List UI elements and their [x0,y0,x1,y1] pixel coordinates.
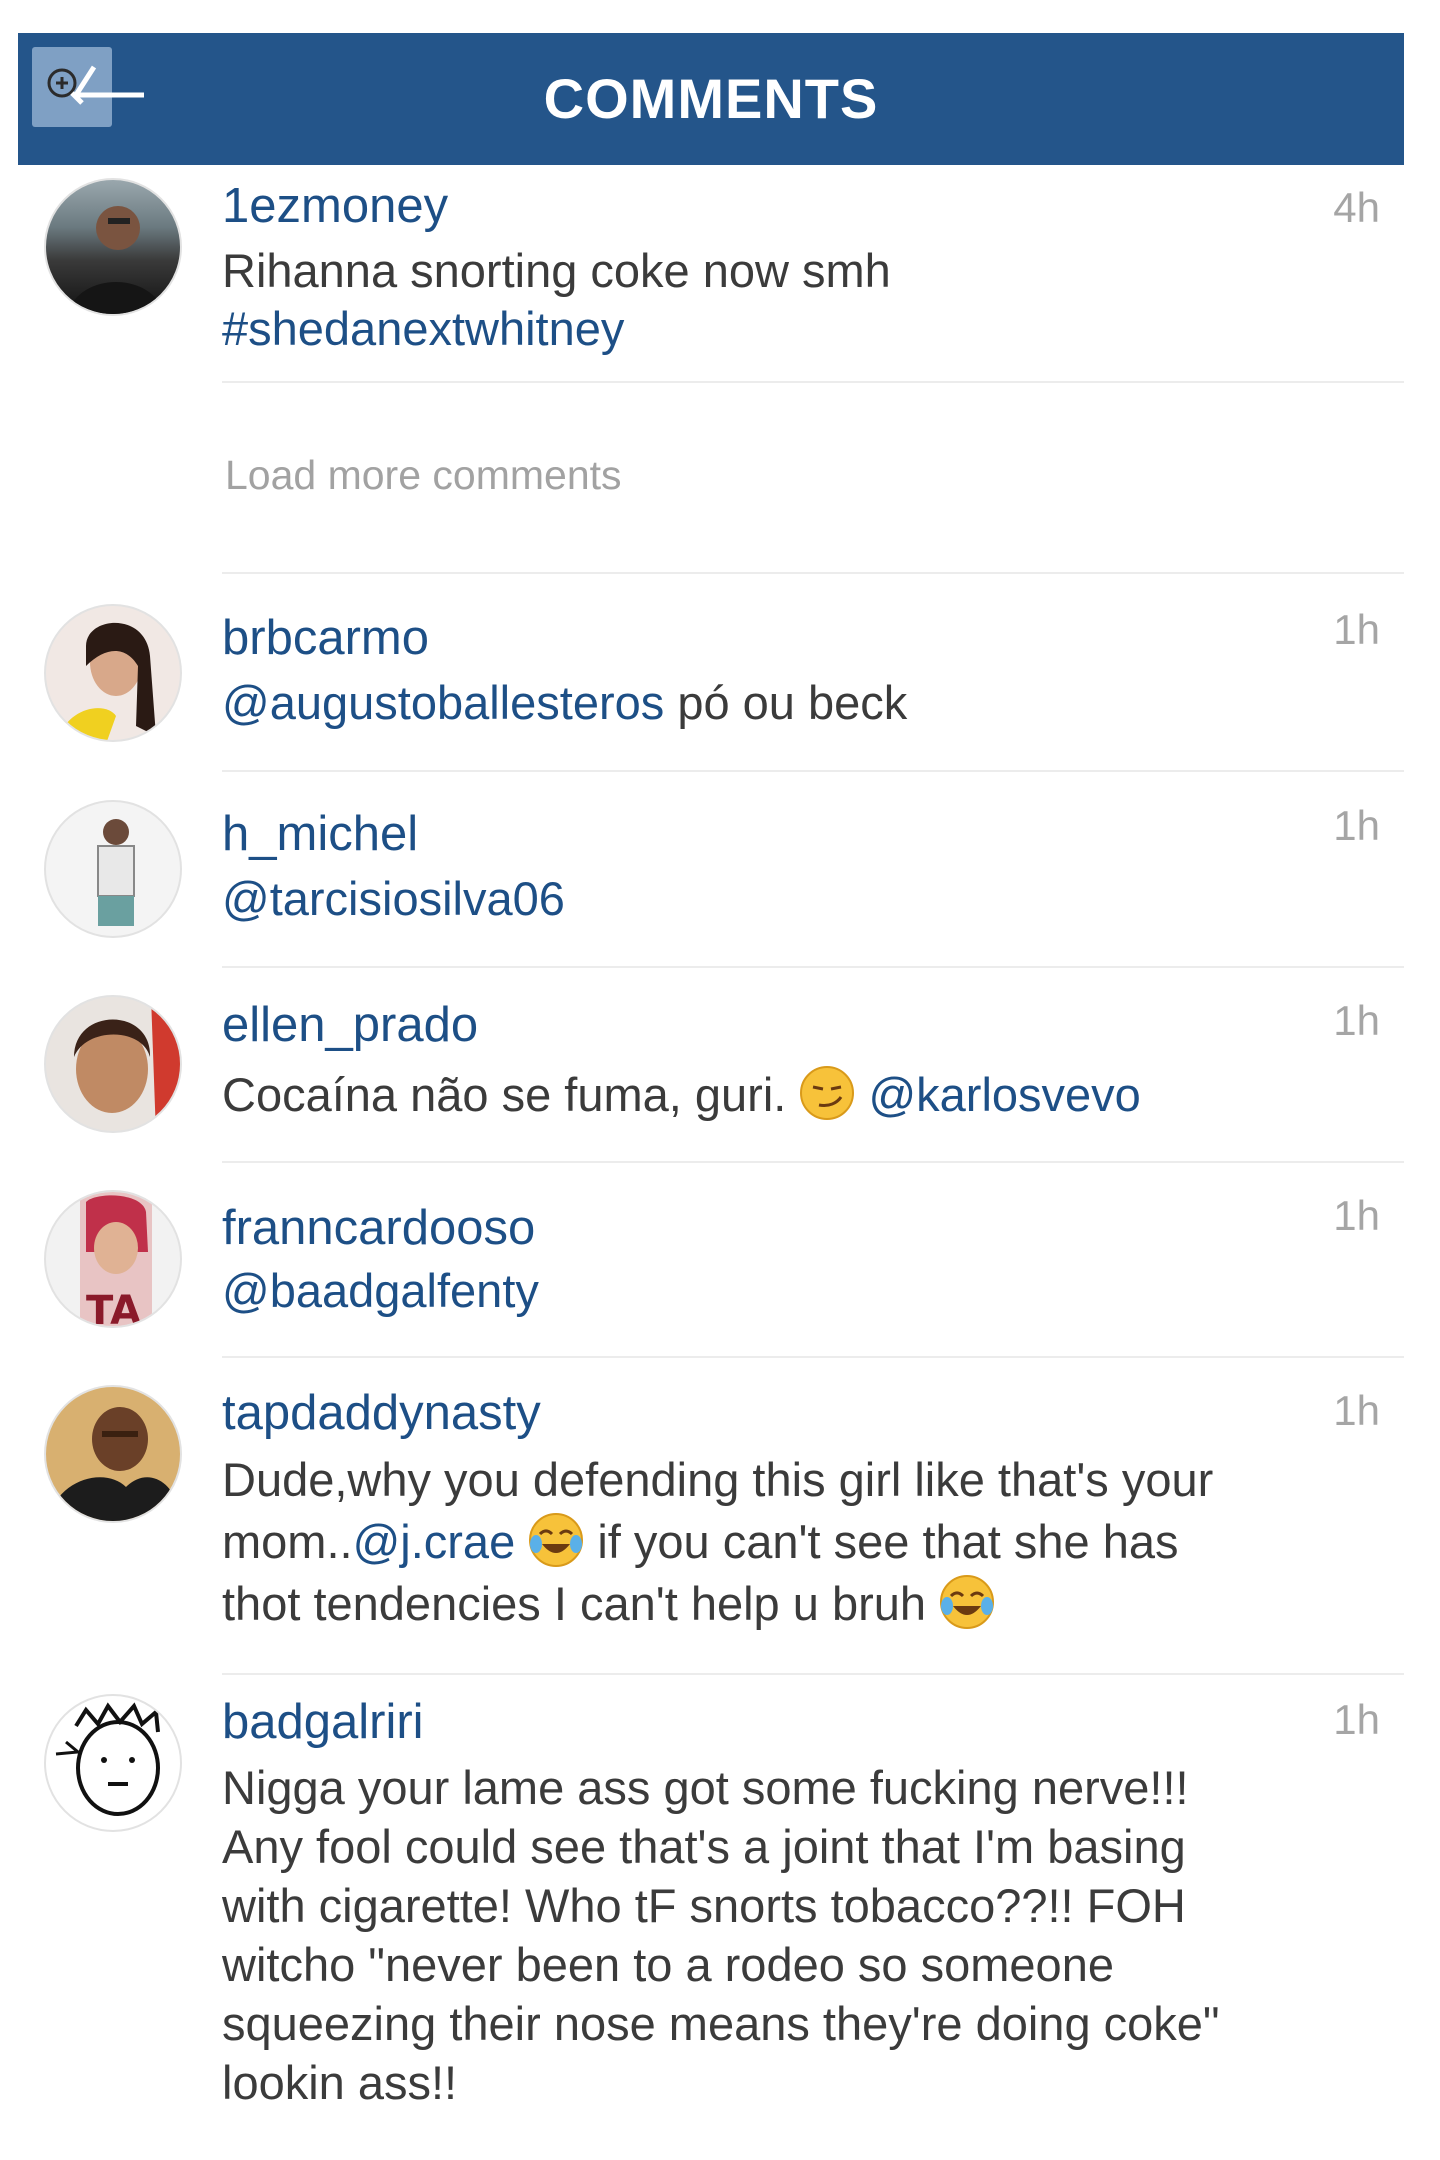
avatar[interactable] [44,1385,182,1523]
comment-text: Rihanna snorting coke now smh #shedanext… [222,242,1370,358]
comment-text: Dude,why you defending this girl like th… [222,1449,1370,1635]
comment-body: Dude,why you defending this girl like th… [222,1453,1214,1506]
comment-username[interactable]: h_michel [222,806,418,862]
avatar[interactable] [44,800,182,938]
comment-text: Nigga your lame ass got some fucking ner… [222,1758,1370,2112]
divider [222,1673,1404,1675]
comment-username[interactable]: franncardooso [222,1200,535,1256]
comment-body: Cocaína não se fuma, guri. [222,1068,800,1121]
comment-username[interactable]: tapdaddynasty [222,1385,541,1441]
comment-line: Nigga your lame ass got some fucking ner… [222,1761,1189,1814]
mention-link[interactable]: @baadgalfenty [222,1264,539,1317]
divider [222,966,1404,968]
mention-link[interactable]: @j.crae [353,1515,516,1568]
mention-link[interactable]: @tarcisiosilva06 [222,872,565,925]
page-title: COMMENTS [543,67,879,130]
comment-time: 1h [1333,802,1380,849]
divider [222,381,1404,383]
svg-text:TA: TA [86,1288,141,1328]
comment-text: @tarcisiosilva06 [222,870,1370,928]
divider [222,770,1404,772]
avatar[interactable] [44,995,182,1133]
comment-username[interactable]: 1ezmoney [222,178,448,234]
comment-line: Any fool could see that's a joint that I… [222,1820,1186,1873]
mention-link[interactable]: @karlosvevo [868,1068,1140,1121]
avatar[interactable] [44,178,182,316]
comment-text: Cocaína não se fuma, guri. @karlosvevo [222,1065,1370,1124]
comment-line: lookin ass!! [222,2056,458,2109]
comment-line: witcho "never been to a rodeo so someone [222,1938,1114,1991]
comment-time: 1h [1333,1387,1380,1434]
comment-text: @augustoballesteros pó ou beck [222,674,1370,732]
comment-line: squeezing their nose means they're doing… [222,1997,1220,2050]
tears-of-joy-icon [529,1513,584,1567]
divider [222,1161,1404,1163]
comment-time: 1h [1333,997,1380,1044]
load-more-comments-button[interactable]: Load more comments [225,452,622,499]
mention-link[interactable]: @augustoballesteros [222,676,664,729]
comment-time: 1h [1333,1696,1380,1743]
comment-username[interactable]: brbcarmo [222,610,429,666]
avatar[interactable]: TA [44,1190,182,1328]
comment-line: with cigarette! Who tF snorts tobacco??!… [222,1879,1186,1932]
comment-body: thot tendencies I can't help u bruh [222,1577,927,1630]
comment-username[interactable]: badgalriri [222,1694,424,1750]
comment-text: @baadgalfenty [222,1262,1370,1320]
comment-time: 1h [1333,1192,1380,1239]
comment-body: Rihanna snorting coke now smh [222,244,891,297]
hashtag-link[interactable]: #shedanextwhitney [222,302,624,355]
comment-time: 1h [1333,606,1380,653]
divider [222,1356,1404,1358]
header-bar: COMMENTS [18,33,1404,165]
avatar[interactable] [44,1694,182,1832]
comment-username[interactable]: ellen_prado [222,997,478,1053]
comment-body: if you can't see that she has [584,1515,1179,1568]
divider [222,572,1404,574]
comment-body: pó ou beck [664,676,908,729]
comment-body: mom.. [222,1515,353,1568]
tears-of-joy-icon [940,1575,995,1629]
comment-time: 4h [1333,184,1380,231]
smirk-face-icon [800,1066,855,1120]
avatar[interactable] [44,604,182,742]
